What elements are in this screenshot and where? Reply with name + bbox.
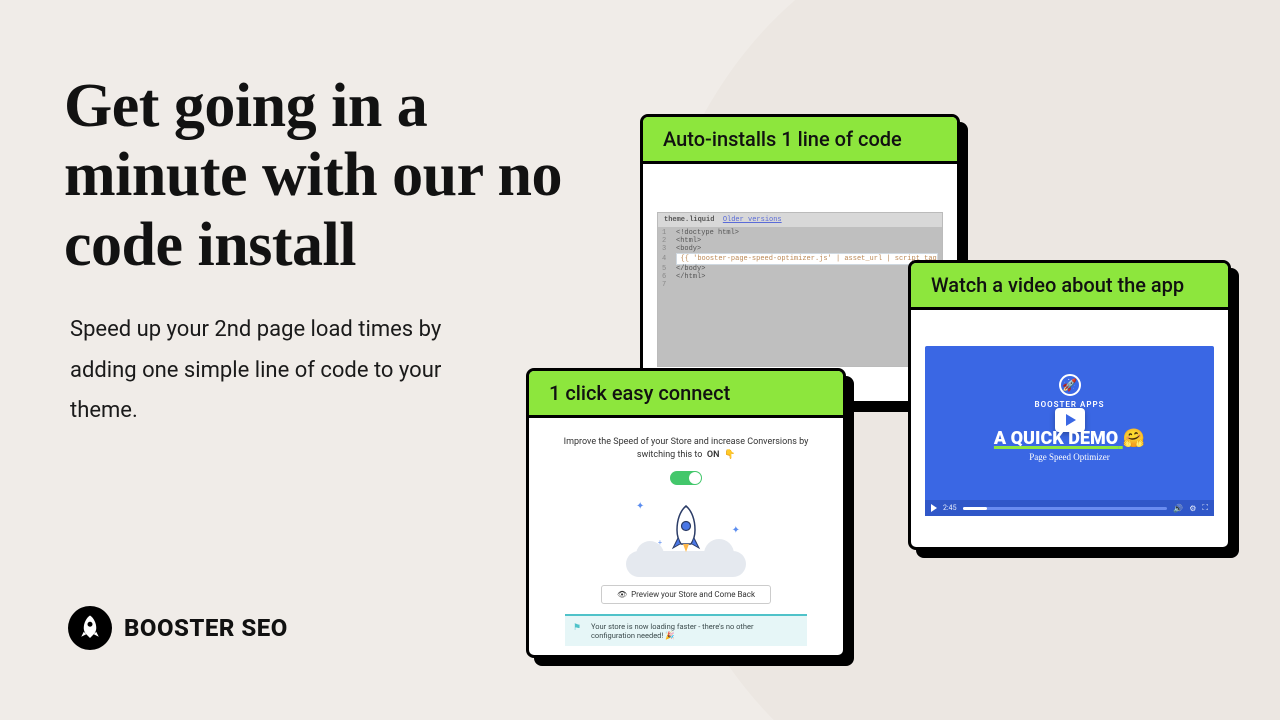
volume-icon[interactable]: 🔊 bbox=[1173, 504, 1183, 513]
connect-prompt: Improve the Speed of your Store and incr… bbox=[549, 436, 823, 461]
video-logo-icon: 🚀 bbox=[1059, 374, 1081, 396]
code-line-3: <body> bbox=[676, 245, 701, 253]
code-file-name: theme.liquid bbox=[664, 216, 714, 224]
rocket-illustration: ✦ ✦ + bbox=[616, 491, 756, 577]
page-subtext: Speed up your 2nd page load times by add… bbox=[70, 310, 470, 432]
on-label: ON bbox=[707, 450, 720, 460]
card-video-title: Watch a video about the app bbox=[911, 263, 1228, 310]
code-line-5: </body> bbox=[676, 265, 705, 273]
preview-button-label: Preview your Store and Come Back bbox=[631, 590, 755, 599]
sparkle-icon: ✦ bbox=[636, 501, 644, 512]
code-editor: theme.liquid Older versions 1<!doctype h… bbox=[657, 212, 943, 367]
code-line-2: <html> bbox=[676, 237, 701, 245]
settings-icon[interactable]: ⚙ bbox=[1189, 504, 1196, 513]
video-progress[interactable] bbox=[963, 507, 1168, 510]
video-controls[interactable]: 2:45 🔊 ⚙ ⛶ bbox=[925, 500, 1214, 516]
video-demo-title: A QUICK DEMO 🤗 bbox=[925, 428, 1214, 449]
success-banner: ⚑ Your store is now loading faster - the… bbox=[565, 614, 807, 646]
code-line-highlight: {{ 'booster-page-speed-optimizer.js' | a… bbox=[676, 253, 938, 265]
preview-store-button[interactable]: 👁 Preview your Store and Come Back bbox=[601, 585, 771, 604]
success-banner-text: Your store is now loading faster - there… bbox=[591, 622, 754, 640]
card-auto-install-title: Auto-installs 1 line of code bbox=[643, 117, 957, 164]
play-icon bbox=[1066, 414, 1076, 426]
video-subtitle: Page Speed Optimizer bbox=[925, 452, 1214, 462]
enable-toggle[interactable] bbox=[670, 471, 702, 485]
fullscreen-icon[interactable]: ⛶ bbox=[1202, 503, 1208, 513]
pointing-down-icon: 👇 bbox=[724, 450, 735, 460]
card-easy-connect-title: 1 click easy connect bbox=[529, 371, 843, 418]
video-player[interactable]: 🚀 BOOSTER APPS A QUICK DEMO 🤗 Page Speed… bbox=[925, 346, 1214, 516]
brand-name: BOOSTER SEO bbox=[124, 614, 288, 642]
brand-logo: BOOSTER SEO bbox=[68, 606, 288, 650]
page-headline: Get going in a minute with our no code i… bbox=[64, 72, 564, 280]
card-video: Watch a video about the app 🚀 BOOSTER AP… bbox=[908, 260, 1231, 550]
sparkle-icon: ✦ bbox=[732, 525, 740, 536]
code-line-6: </html> bbox=[676, 273, 705, 281]
video-time: 2:45 bbox=[943, 504, 957, 512]
flag-icon: ⚑ bbox=[573, 623, 581, 633]
rocket-circle-icon bbox=[68, 606, 112, 650]
play-pause-icon[interactable] bbox=[931, 504, 937, 512]
code-line-1: <!doctype html> bbox=[676, 229, 739, 237]
older-versions-link[interactable]: Older versions bbox=[723, 216, 782, 224]
eye-icon: 👁 bbox=[617, 590, 627, 599]
hugging-face-icon: 🤗 bbox=[1123, 428, 1145, 449]
card-easy-connect: 1 click easy connect Improve the Speed o… bbox=[526, 368, 846, 658]
